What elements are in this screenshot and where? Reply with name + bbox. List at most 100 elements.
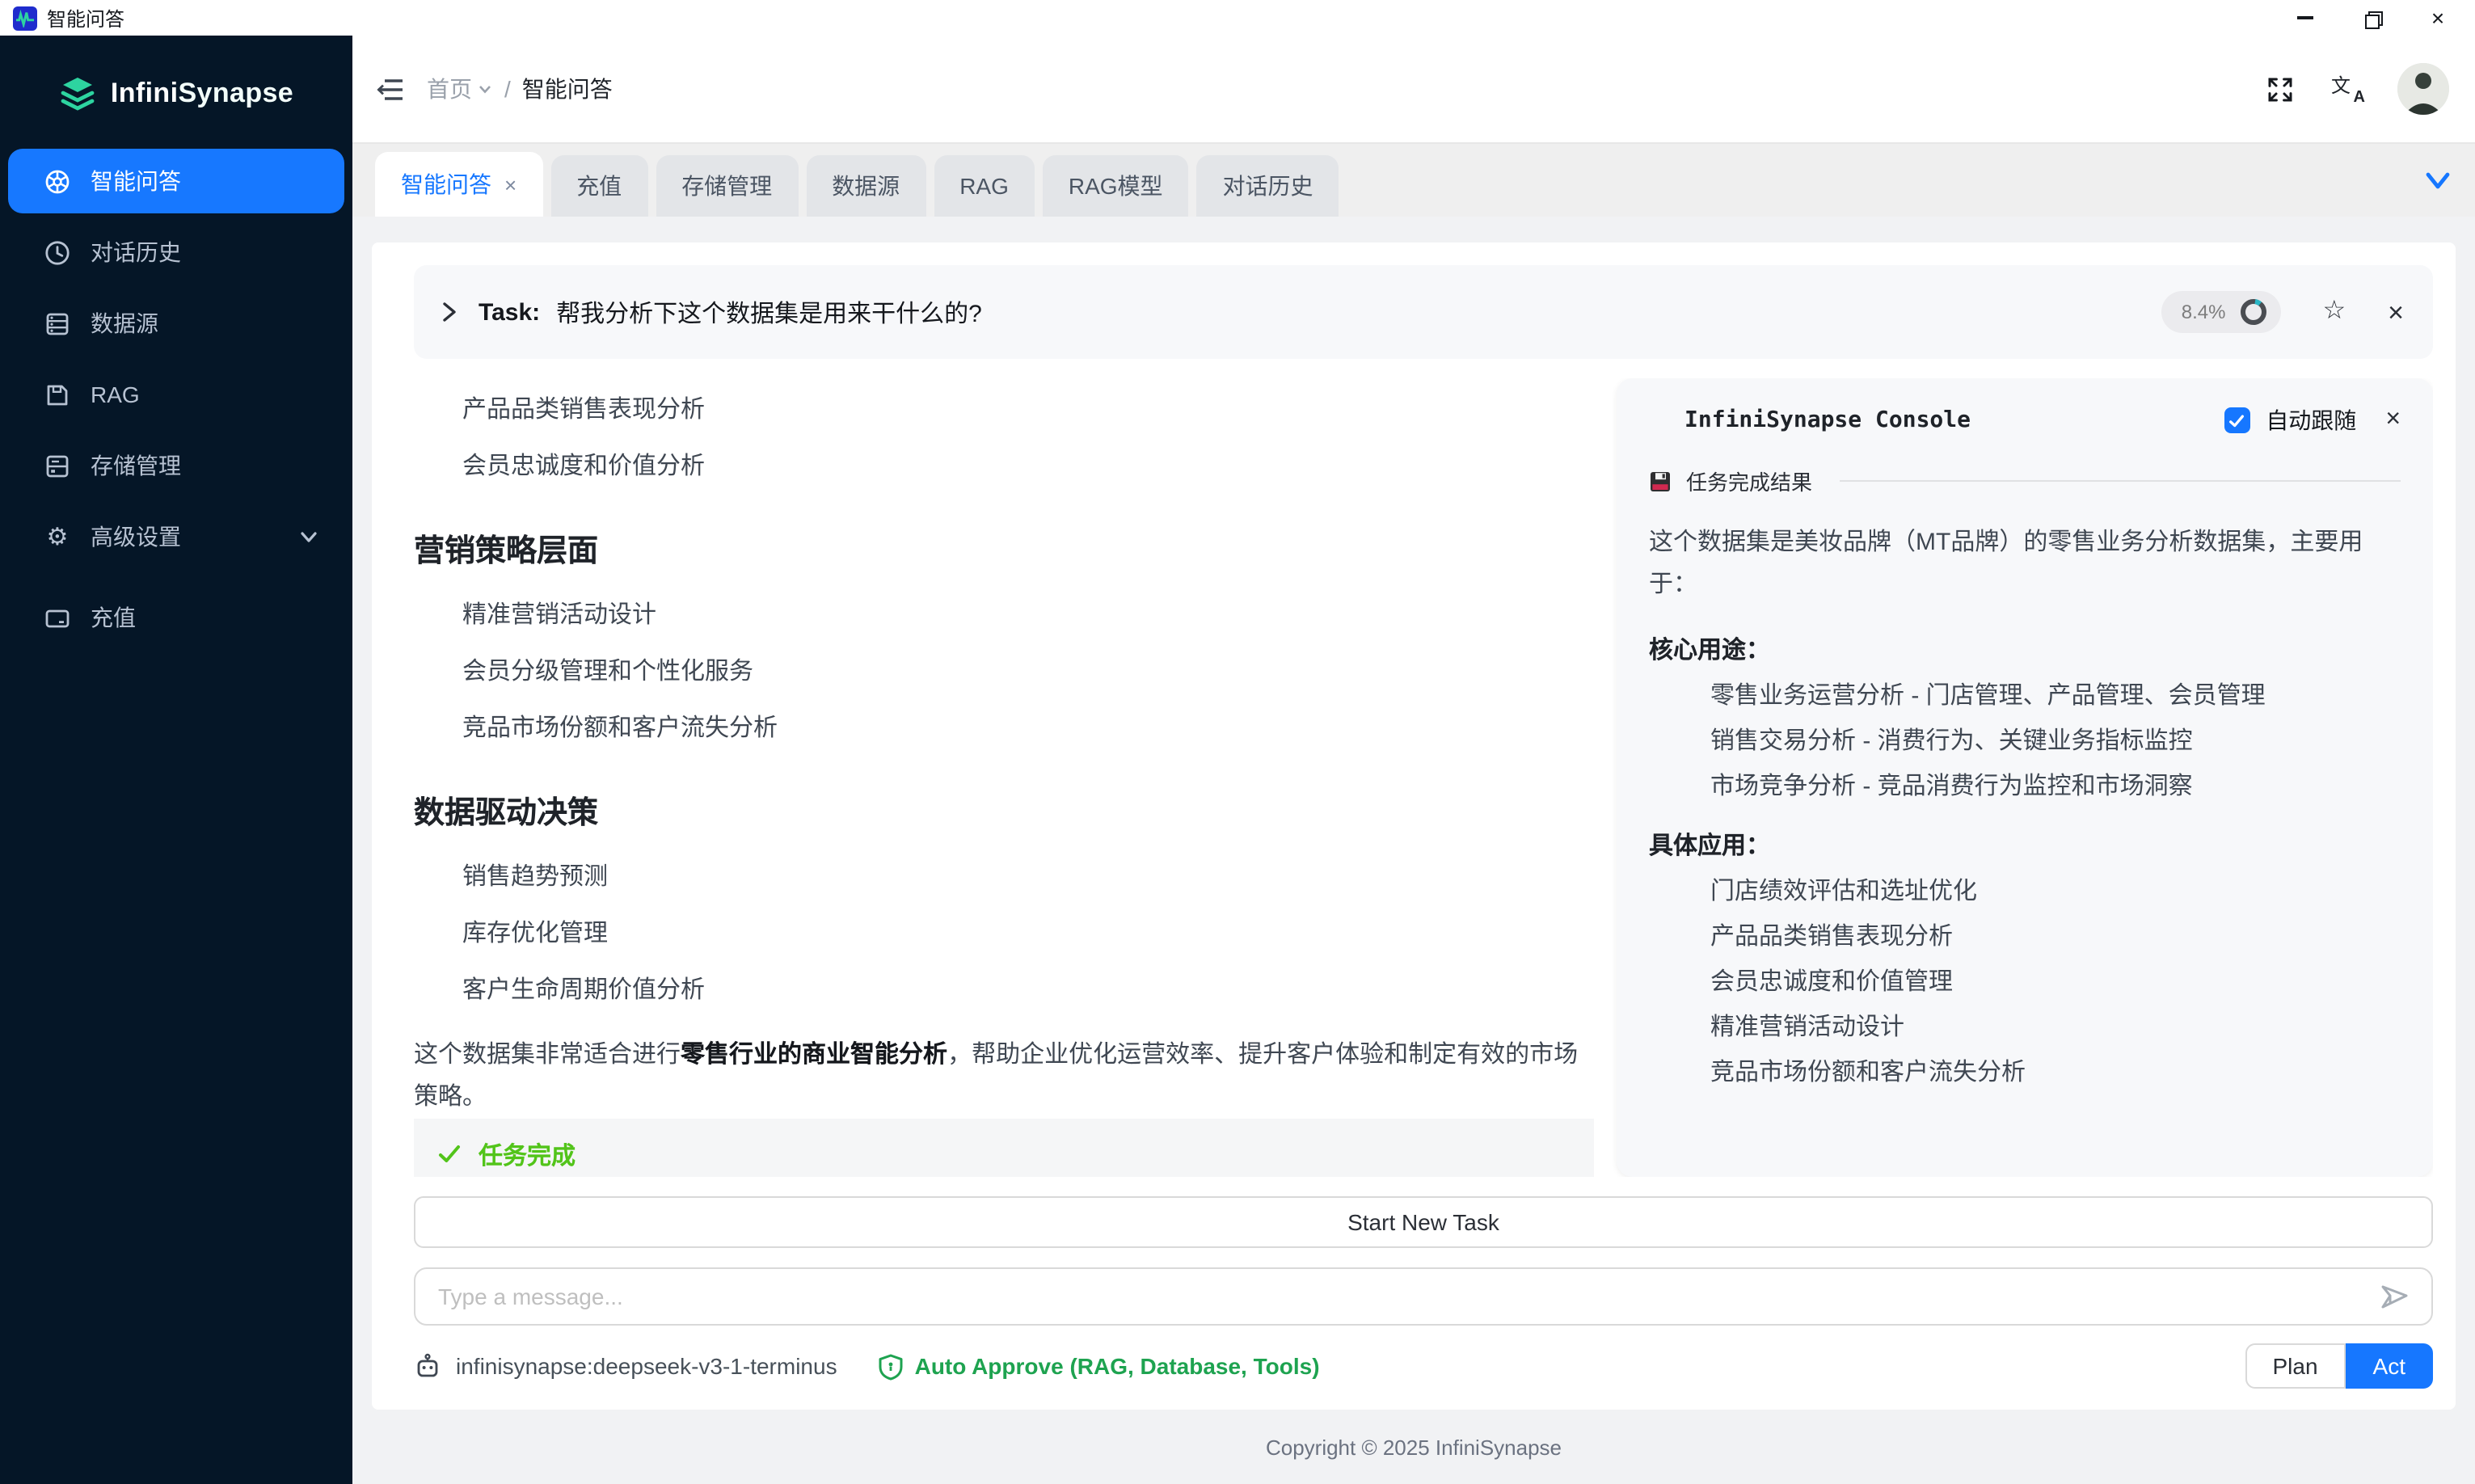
console-body[interactable]: 这个数据集是美妆品牌（MT品牌）的零售业务分析数据集，主要用于： 核心用途： 零… xyxy=(1649,522,2401,1102)
shield-icon xyxy=(878,1352,904,1380)
app-window: 智能问答 × InfiniSynapse xyxy=(0,0,2475,1484)
sidebar-item-label: 智能问答 xyxy=(91,165,181,197)
chat-transcript[interactable]: 产品品类销售表现分析 会员忠诚度和价值分析 营销策略层面 精准营销活动设计 会员… xyxy=(414,378,1594,1177)
tab-rag-model[interactable]: RAG模型 xyxy=(1043,155,1189,217)
sidebar-item-recharge[interactable]: 充值 xyxy=(8,585,344,650)
list-item: 库存优化管理 xyxy=(462,918,1594,949)
tabs-dropdown-icon[interactable] xyxy=(2417,159,2459,201)
sidebar-item-datasource[interactable]: 数据源 xyxy=(8,291,344,356)
list-item: 竞品市场份额和客户流失分析 xyxy=(462,713,1594,744)
sidebar-item-label: 高级设置 xyxy=(91,521,181,553)
tab-label: 充值 xyxy=(576,170,622,202)
brand: InfiniSynapse xyxy=(0,42,352,145)
chevron-down-icon xyxy=(294,523,322,550)
brand-layers-icon xyxy=(59,76,98,112)
tab-label: RAG模型 xyxy=(1069,170,1163,202)
section-heading: 营销策略层面 xyxy=(414,527,1594,571)
console-list-item: 会员忠诚度和价值管理 xyxy=(1710,967,2401,997)
list-item: 产品品类销售表现分析 xyxy=(462,394,1594,425)
progress-badge: 8.4% xyxy=(2162,291,2281,333)
avatar[interactable] xyxy=(2397,63,2449,115)
sidebar-item-label: 对话历史 xyxy=(91,236,181,268)
tab-strip: 智能问答 × 充值 存储管理 数据源 RAG RAG模型 对话历史 xyxy=(352,142,2475,217)
console-list-item: 销售交易分析 - 消费行为、关键业务指标监控 xyxy=(1710,726,2401,757)
start-new-task-button[interactable]: Start New Task xyxy=(414,1196,2433,1248)
composer-meta-row: infinisynapse:deepseek-v3-1-terminus Aut… xyxy=(414,1342,2433,1390)
sidebar-item-label: 存储管理 xyxy=(91,449,181,482)
tab-qa[interactable]: 智能问答 × xyxy=(375,152,542,217)
sidebar-item-rag[interactable]: RAG xyxy=(8,362,344,427)
sidebar-item-qa[interactable]: 智能问答 xyxy=(8,149,344,213)
act-mode-button[interactable]: Act xyxy=(2346,1343,2433,1389)
divider xyxy=(1840,480,2401,482)
task-label: Task: xyxy=(479,298,540,326)
section-heading: 数据驱动决策 xyxy=(414,789,1594,833)
clock-icon xyxy=(44,238,71,266)
summary-paragraph: 这个数据集非常适合进行零售行业的商业智能分析，帮助企业优化运营效率、提升客户体验… xyxy=(414,1035,1594,1119)
console-list-item: 产品品类销售表现分析 xyxy=(1710,921,2401,952)
copyright-text: Copyright © 2025 InfiniSynapse xyxy=(1266,1435,1562,1459)
sidebar-item-label: 数据源 xyxy=(91,307,158,339)
console-heading: 具体应用： xyxy=(1649,828,2401,862)
console-heading: 核心用途： xyxy=(1649,632,2401,666)
tab-label: 存储管理 xyxy=(681,170,772,202)
close-console-icon[interactable]: × xyxy=(2385,407,2401,433)
sidebar-nav: 智能问答 对话历史 数据源 xyxy=(0,145,352,653)
list-item: 精准营销活动设计 xyxy=(462,600,1594,630)
sidebar-item-settings[interactable]: ⚙ 高级设置 xyxy=(8,504,344,569)
tab-rag[interactable]: RAG xyxy=(934,155,1035,217)
tab-datasource[interactable]: 数据源 xyxy=(806,155,925,217)
auto-follow-checkbox[interactable] xyxy=(2224,407,2249,433)
close-window-button[interactable]: × xyxy=(2427,6,2449,29)
console-list-item: 竞品市场份额和客户流失分析 xyxy=(1710,1057,2401,1088)
translate-button[interactable]: 文 A xyxy=(2330,71,2365,107)
list-item: 会员分级管理和个性化服务 xyxy=(462,656,1594,687)
console-list-item: 零售业务运营分析 - 门店管理、产品管理、会员管理 xyxy=(1710,681,2401,711)
fullscreen-button[interactable] xyxy=(2262,71,2297,107)
message-input[interactable] xyxy=(438,1284,2376,1309)
message-bar xyxy=(414,1267,2433,1326)
floppy-disk-icon xyxy=(1649,470,1672,492)
robot-icon xyxy=(414,1352,441,1380)
credit-card-icon xyxy=(44,604,71,631)
check-icon xyxy=(436,1141,462,1167)
sidebar-item-storage[interactable]: 存储管理 xyxy=(8,433,344,498)
gear-icon: ⚙ xyxy=(44,523,71,550)
sidebar-item-history[interactable]: 对话历史 xyxy=(8,220,344,285)
favorite-task-icon[interactable]: ☆ xyxy=(2322,299,2346,325)
list-item: 客户生命周期价值分析 xyxy=(462,975,1594,1005)
brand-name: InfiniSynapse xyxy=(111,78,293,110)
progress-ring-icon xyxy=(2238,297,2267,327)
auto-approve-label: Auto Approve (RAG, Database, Tools) xyxy=(915,1353,1320,1379)
task-text: 帮我分析下这个数据集是用来干什么的? xyxy=(556,295,982,329)
plan-mode-button[interactable]: Plan xyxy=(2245,1343,2345,1389)
console-title: InfiniSynapse Console xyxy=(1684,407,1971,433)
main-area: 首页 / 智能问答 文 A xyxy=(352,36,2475,1484)
console-list-item: 门店绩效评估和选址优化 xyxy=(1710,876,2401,907)
sidebar: InfiniSynapse 智能问答 对话历史 xyxy=(0,36,352,1484)
tab-label: RAG xyxy=(959,173,1009,199)
collapse-sidebar-icon[interactable] xyxy=(375,74,404,103)
send-icon[interactable] xyxy=(2376,1279,2412,1314)
tab-history[interactable]: 对话历史 xyxy=(1197,155,1339,217)
auto-approve[interactable]: Auto Approve (RAG, Database, Tools) xyxy=(878,1352,1320,1380)
caret-down-icon xyxy=(477,81,493,97)
expand-task-icon[interactable] xyxy=(436,299,462,325)
tab-recharge[interactable]: 充值 xyxy=(550,155,647,217)
minimize-button[interactable] xyxy=(2294,6,2317,29)
console-list-item: 市场竞争分析 - 竞品消费行为监控和市场洞察 xyxy=(1710,771,2401,802)
restore-button[interactable] xyxy=(2360,6,2383,29)
tab-label: 数据源 xyxy=(832,170,900,202)
breadcrumb-home[interactable]: 首页 xyxy=(427,73,493,105)
console-section-label: 任务完成结果 xyxy=(1686,466,1812,496)
save-icon xyxy=(44,381,71,408)
tab-storage[interactable]: 存储管理 xyxy=(656,155,798,217)
sidebar-item-label: RAG xyxy=(91,382,140,407)
console-intro: 这个数据集是美妆品牌（MT品牌）的零售业务分析数据集，主要用于： xyxy=(1649,522,2401,606)
model-name[interactable]: infinisynapse:deepseek-v3-1-terminus xyxy=(456,1353,837,1379)
console-panel: InfiniSynapse Console 自动跟随 × xyxy=(1617,378,2433,1177)
tab-label: 对话历史 xyxy=(1223,170,1313,202)
app-logo-icon xyxy=(13,6,37,30)
close-tab-icon[interactable]: × xyxy=(504,172,517,196)
close-task-icon[interactable]: × xyxy=(2388,298,2404,326)
